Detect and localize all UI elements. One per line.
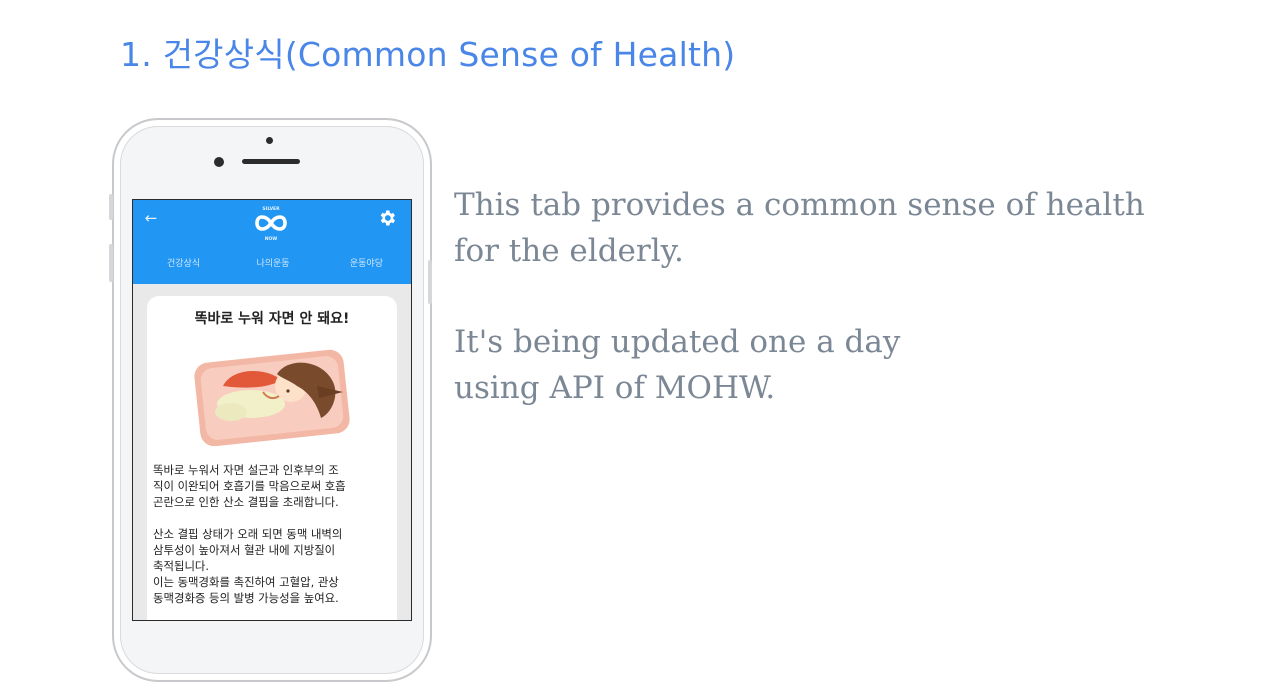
arrow-left-icon[interactable]: ←: [143, 210, 159, 226]
camera-icon: [266, 137, 273, 144]
gear-icon[interactable]: [377, 208, 397, 228]
article-body: 똑바로 누워서 자면 설근과 인후부의 조 직이 이완되어 호흡기를 막음으로써…: [153, 462, 393, 620]
sensor-icon: [214, 157, 224, 167]
tab-health-knowledge[interactable]: 건강상식: [133, 256, 228, 278]
article-paragraph-2: 산소 결핍 상태가 오래 되면 동맥 내벽의 삼투성이 높아져서 혈관 내에 지…: [153, 527, 343, 605]
article-card: 똑바로 누워 자면 안 돼요! 똑바로 누워서 자면 설근과 인후부의 조 직이…: [147, 296, 397, 620]
description-paragraph-1: This tab provides a common sense of heal…: [454, 187, 1145, 269]
tab-my-exercise[interactable]: 나의운동: [256, 256, 289, 278]
slide-title: 1. 건강상식(Common Sense of Health): [120, 35, 736, 74]
article-paragraph-1: 똑바로 누워서 자면 설근과 인후부의 조 직이 이완되어 호흡기를 막음으로써…: [153, 463, 346, 509]
volume-up-button: [109, 244, 113, 282]
article-title: 똑바로 누워 자면 안 돼요!: [194, 311, 350, 327]
power-button: [428, 260, 432, 304]
slide-description: This tab provides a common sense of heal…: [454, 182, 1234, 456]
sleeping-person-illustration: [194, 349, 350, 446]
app-screen: ← SILVER NOW 건강상식 나의운동 운동야당 똑바로 누워 자면 안 …: [132, 199, 412, 621]
svg-text:NOW: NOW: [265, 236, 278, 242]
tab-exercise-field[interactable]: 운동야당: [318, 256, 411, 278]
svg-text:SILVER: SILVER: [262, 206, 280, 212]
description-paragraph-2: It's being updated one a day using API o…: [454, 324, 901, 406]
app-bar: ← SILVER NOW 건강상식 나의운동 운동야당: [133, 200, 411, 284]
phone-mockup: ← SILVER NOW 건강상식 나의운동 운동야당 똑바로 누워 자면 안 …: [109, 118, 432, 682]
speaker-icon: [242, 159, 300, 164]
tab-bar: 건강상식 나의운동 운동야당: [133, 256, 411, 278]
volume-button: [109, 194, 113, 220]
silver-infinity-logo-icon: SILVER NOW: [255, 206, 287, 242]
